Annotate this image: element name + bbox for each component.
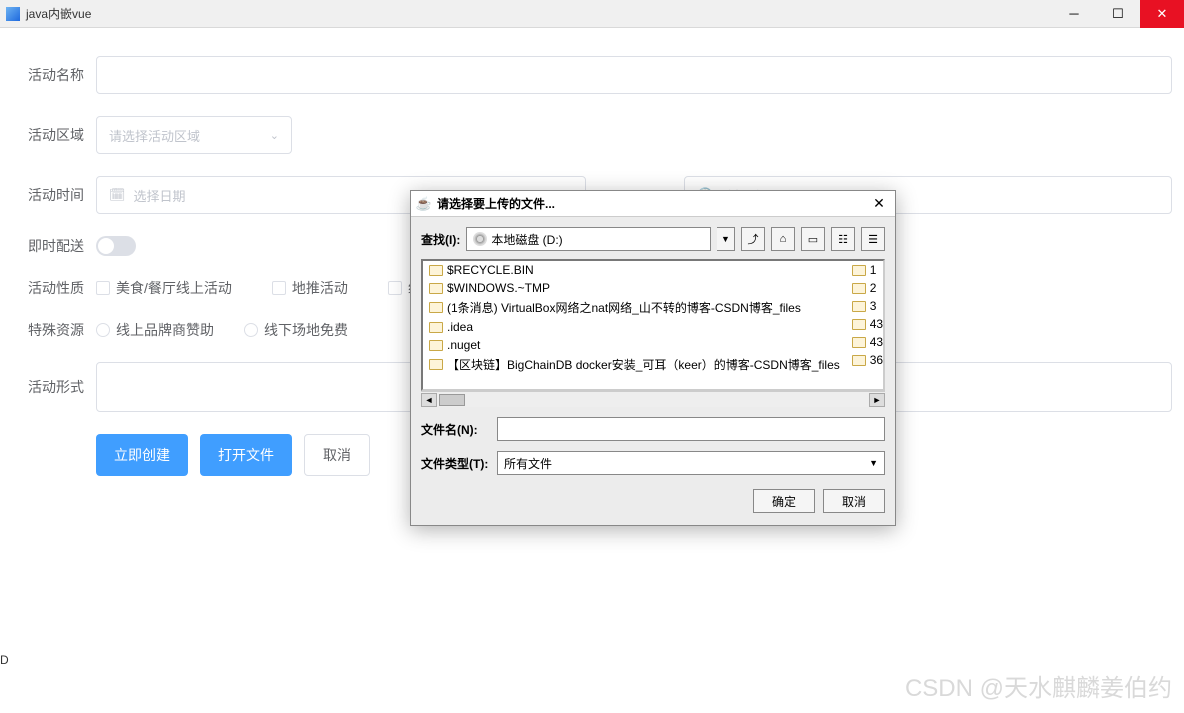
folder-icon <box>429 322 443 333</box>
chevron-down-icon: ⌄ <box>270 129 279 142</box>
disk-icon <box>473 232 487 246</box>
filetype-label: 文件类型(T): <box>421 455 489 472</box>
file-item[interactable]: 43 <box>846 333 885 351</box>
radio-online[interactable]: 线上品牌商赞助 <box>96 320 214 340</box>
folder-icon <box>429 302 443 313</box>
calendar-icon: 🗓 <box>109 187 126 203</box>
radio-offline[interactable]: 线下场地免费 <box>244 320 348 340</box>
window-controls: ─ ☐ ✕ <box>1052 0 1184 28</box>
scroll-left-button[interactable]: ◄ <box>421 393 437 407</box>
label-instant: 即时配送 <box>12 236 84 256</box>
file-list[interactable]: $RECYCLE.BIN$WINDOWS.~TMP(1条消息) VirtualB… <box>421 259 885 391</box>
file-item[interactable]: 1 <box>846 261 885 279</box>
label-nature: 活动性质 <box>12 278 84 298</box>
label-form: 活动形式 <box>12 377 84 397</box>
file-item[interactable]: (1条消息) VirtualBox网络之nat网络_山不转的博客-CSDN博客_… <box>423 297 846 318</box>
file-item[interactable]: 3 <box>846 297 885 315</box>
filename-label: 文件名(N): <box>421 421 489 438</box>
dialog-titlebar: ☕ 请选择要上传的文件... ✕ <box>411 191 895 217</box>
label-region: 活动区域 <box>12 125 84 145</box>
file-item[interactable]: $WINDOWS.~TMP <box>423 279 846 297</box>
folder-icon <box>852 301 866 312</box>
file-item[interactable]: 【区块链】BigChainDB docker安装_可耳（keer）的博客-CSD… <box>423 354 846 375</box>
folder-icon <box>852 337 866 348</box>
folder-icon <box>429 265 443 276</box>
folder-icon <box>852 355 866 366</box>
maximize-button[interactable]: ☐ <box>1096 0 1140 28</box>
checkbox-food[interactable]: 美食/餐厅线上活动 <box>96 278 232 298</box>
folder-icon <box>852 319 866 330</box>
resource-radios: 线上品牌商赞助 线下场地免费 <box>96 320 348 340</box>
dialog-ok-button[interactable]: 确定 <box>753 489 815 513</box>
horizontal-scrollbar[interactable]: ◄ ► <box>421 391 885 407</box>
filename-input[interactable] <box>497 417 885 441</box>
list-view-button[interactable]: ☷ <box>831 227 855 251</box>
drive-dropdown-arrow[interactable]: ▼ <box>717 227 735 251</box>
region-select[interactable]: 请选择活动区域 ⌄ <box>96 116 292 154</box>
watermark: CSDN @天水麒麟姜伯约 <box>905 668 1172 703</box>
debug-char: D <box>0 653 9 667</box>
dialog-close-button[interactable]: ✕ <box>869 195 889 213</box>
nature-checkboxes: 美食/餐厅线上活动 地推活动 线 <box>96 278 422 298</box>
open-file-button[interactable]: 打开文件 <box>200 434 292 476</box>
minimize-button[interactable]: ─ <box>1052 0 1096 28</box>
new-folder-button[interactable]: ▭ <box>801 227 825 251</box>
file-item[interactable]: 2 <box>846 279 885 297</box>
file-item[interactable]: 43 <box>846 315 885 333</box>
filetype-select[interactable]: 所有文件 ▼ <box>497 451 885 475</box>
file-item[interactable]: .nuget <box>423 336 846 354</box>
file-item[interactable]: 36 <box>846 351 885 369</box>
file-item[interactable]: .idea <box>423 318 846 336</box>
folder-icon <box>429 359 443 370</box>
dialog-title: 请选择要上传的文件... <box>437 195 869 212</box>
label-name: 活动名称 <box>12 65 84 85</box>
checkbox-ground[interactable]: 地推活动 <box>272 278 348 298</box>
titlebar: java内嵌vue ─ ☐ ✕ <box>0 0 1184 28</box>
lookup-label: 查找(I): <box>421 231 460 248</box>
details-view-button[interactable]: ☰ <box>861 227 885 251</box>
instant-switch[interactable] <box>96 236 136 256</box>
java-icon: ☕ <box>417 197 431 211</box>
scroll-thumb[interactable] <box>439 394 465 406</box>
home-button[interactable]: ⌂ <box>771 227 795 251</box>
cancel-button[interactable]: 取消 <box>304 434 370 476</box>
file-item[interactable]: $RECYCLE.BIN <box>423 261 846 279</box>
label-resource: 特殊资源 <box>12 320 84 340</box>
app-icon <box>6 7 20 21</box>
folder-icon <box>429 283 443 294</box>
folder-icon <box>852 265 866 276</box>
folder-icon <box>852 283 866 294</box>
window-title: java内嵌vue <box>26 5 1052 22</box>
drive-select[interactable]: 本地磁盘 (D:) <box>466 227 711 251</box>
date-placeholder: 选择日期 <box>134 186 186 205</box>
drive-text: 本地磁盘 (D:) <box>491 231 562 248</box>
file-dialog: ☕ 请选择要上传的文件... ✕ 查找(I): 本地磁盘 (D:) ▼ ⤴ ⌂ … <box>410 190 896 526</box>
create-button[interactable]: 立即创建 <box>96 434 188 476</box>
close-button[interactable]: ✕ <box>1140 0 1184 28</box>
region-placeholder: 请选择活动区域 <box>109 126 200 145</box>
label-time: 活动时间 <box>12 185 84 205</box>
up-folder-button[interactable]: ⤴ <box>741 227 765 251</box>
scroll-right-button[interactable]: ► <box>869 393 885 407</box>
dialog-cancel-button[interactable]: 取消 <box>823 489 885 513</box>
folder-icon <box>429 340 443 351</box>
name-input[interactable] <box>96 56 1172 94</box>
